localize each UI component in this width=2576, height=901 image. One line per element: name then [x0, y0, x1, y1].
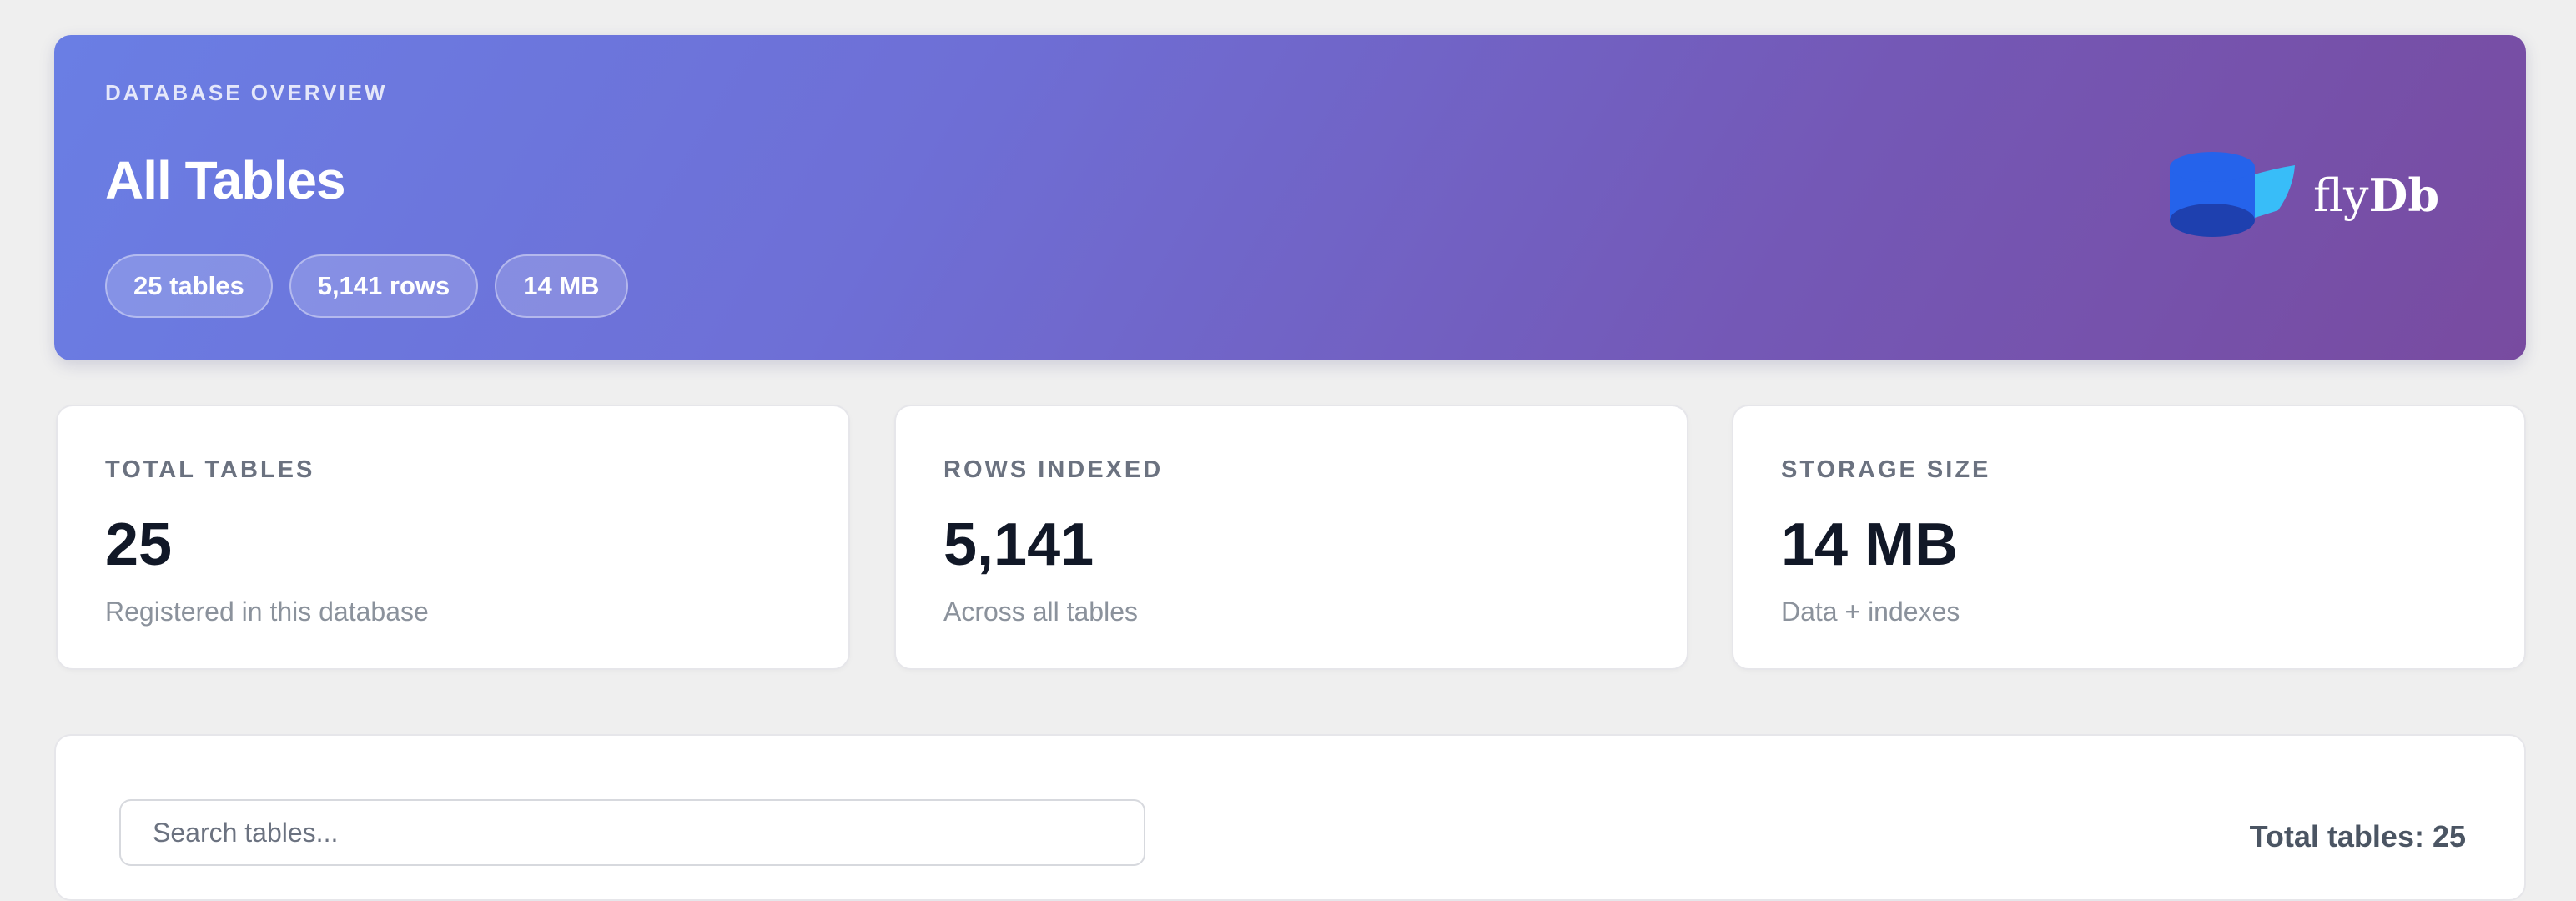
stat-description: Across all tables [943, 596, 1138, 627]
stat-value: 14 MB [1781, 511, 1959, 578]
brand-name-prefix: fly [2313, 169, 2369, 222]
database-overview-header: DATABASE OVERVIEW All Tables 25 tables 5… [54, 35, 2526, 360]
stat-label: TOTAL TABLES [105, 456, 315, 483]
summary-pills: 25 tables 5,141 rows 14 MB [105, 254, 628, 318]
stat-label: ROWS INDEXED [943, 456, 1164, 483]
stat-card-total-tables: TOTAL TABLES 25 Registered in this datab… [56, 405, 850, 670]
flydb-logo: flyDb [2170, 152, 2439, 239]
stat-description: Data + indexes [1781, 596, 1960, 627]
header-eyebrow: DATABASE OVERVIEW [105, 80, 388, 105]
tables-count-pill: 25 tables [105, 254, 273, 318]
total-tables-count: Total tables: 25 [2249, 819, 2466, 853]
stat-value: 25 [105, 511, 173, 578]
search-tables-input[interactable] [119, 799, 1145, 866]
brand-name: flyDb [2313, 173, 2439, 219]
page-title: All Tables [105, 150, 346, 210]
stat-card-rows-indexed: ROWS INDEXED 5,141 Across all tables [894, 405, 1688, 670]
rows-count-pill: 5,141 rows [289, 254, 479, 318]
stat-label: STORAGE SIZE [1781, 456, 1991, 483]
stat-description: Registered in this database [105, 596, 429, 627]
stat-value: 5,141 [943, 511, 1094, 578]
tables-panel: Total tables: 25 [54, 734, 2526, 901]
database-cylinder-icon [2170, 152, 2295, 237]
brand-name-suffix: Db [2368, 168, 2440, 222]
storage-size-pill: 14 MB [495, 254, 628, 318]
stat-card-storage-size: STORAGE SIZE 14 MB Data + indexes [1732, 405, 2526, 670]
